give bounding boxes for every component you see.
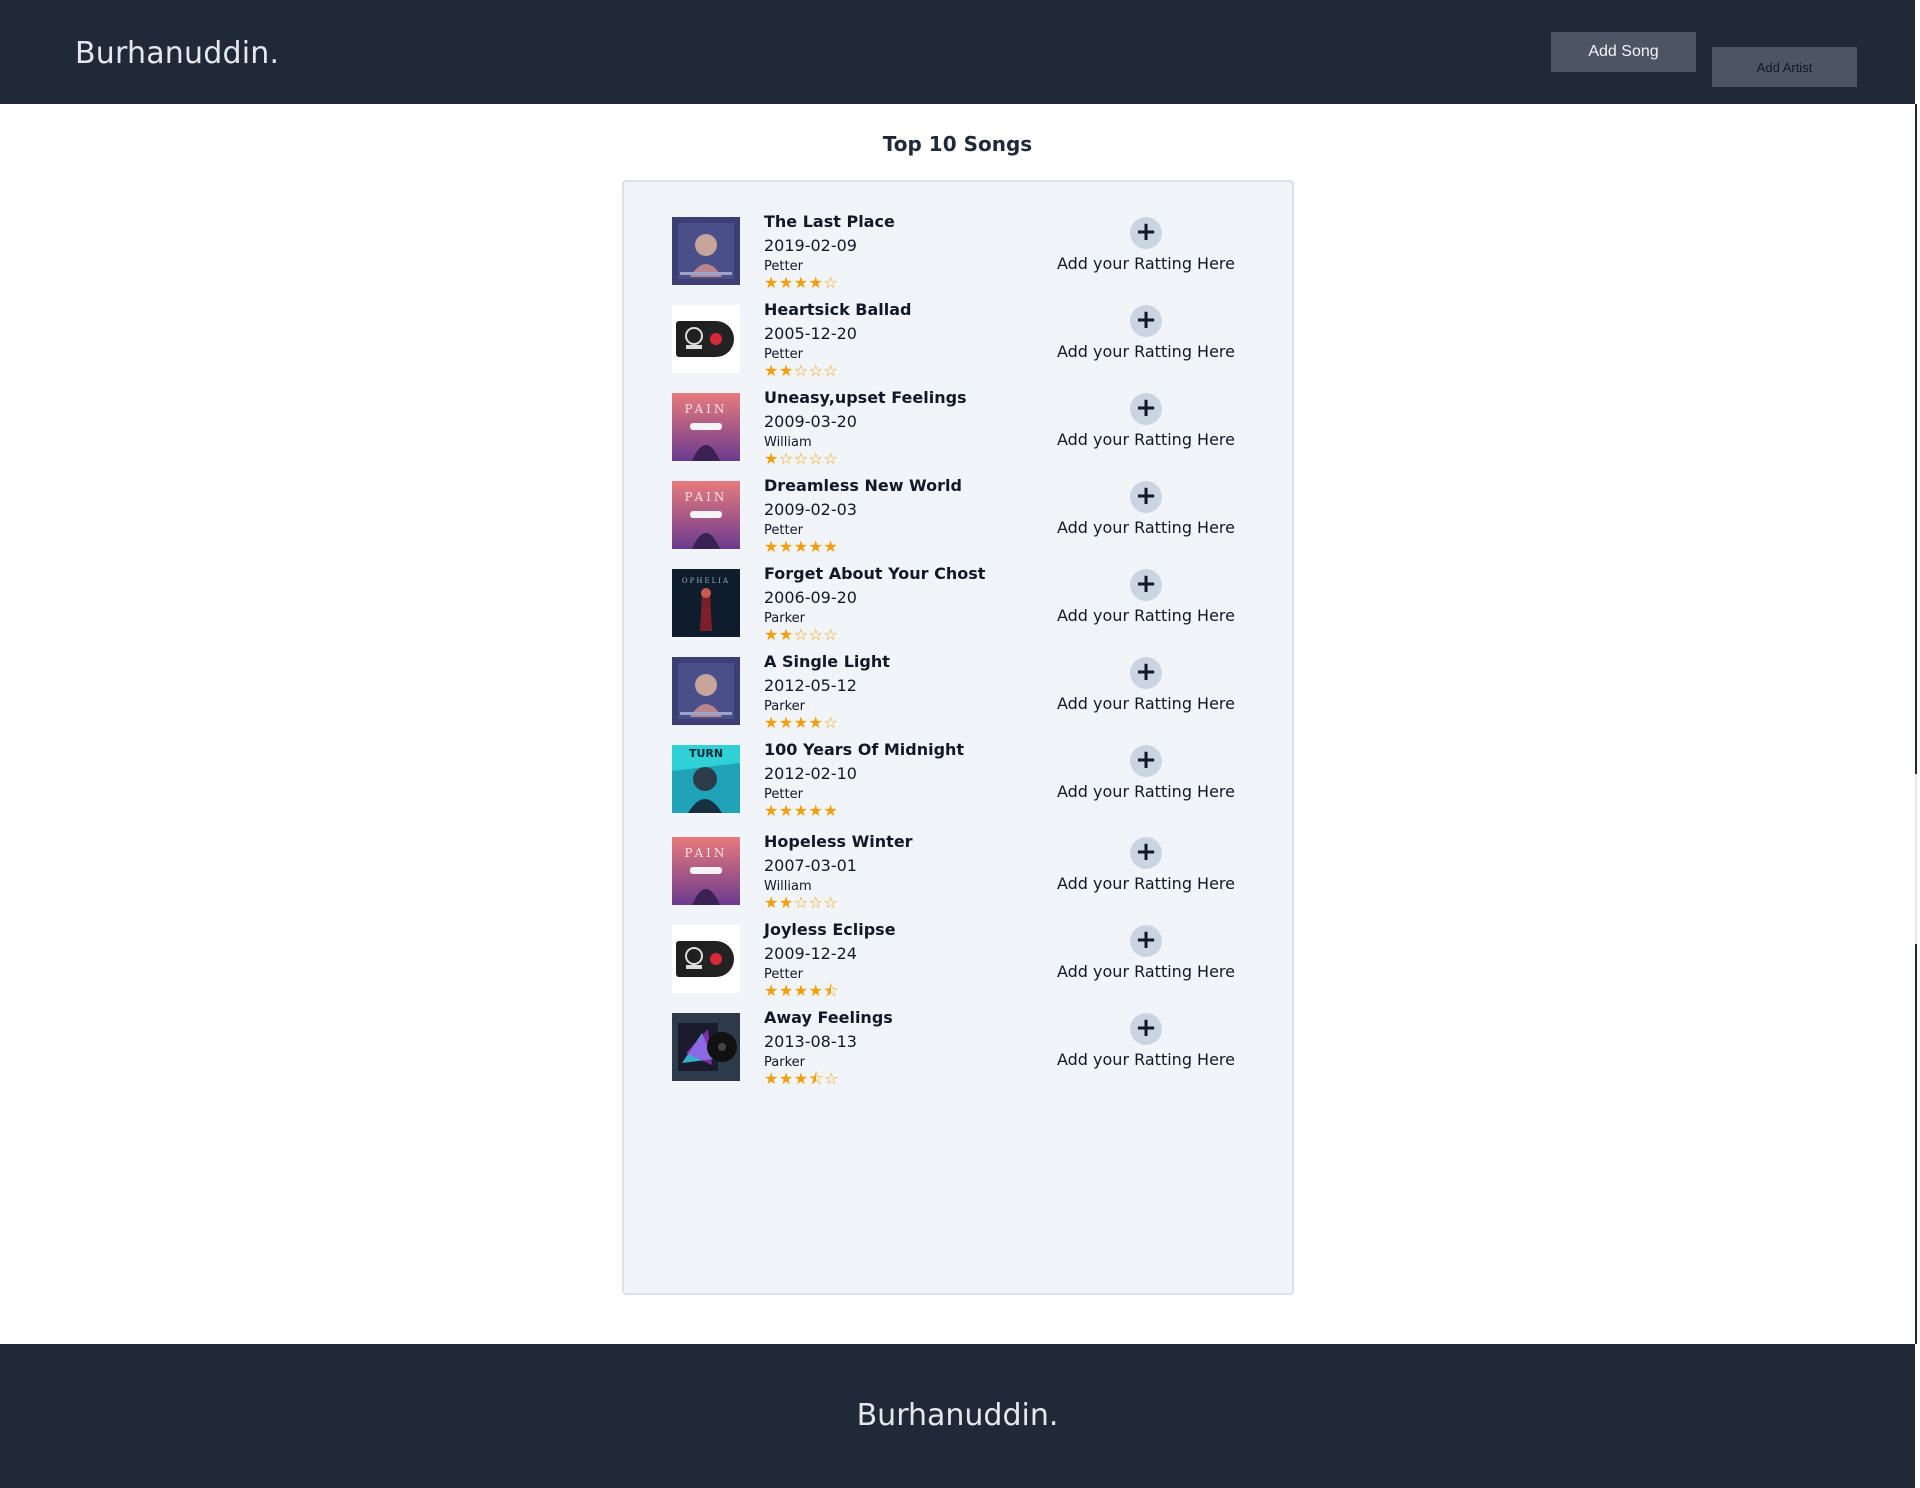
add-rating-label[interactable]: Add your Ratting Here	[1024, 342, 1268, 361]
add-rating-label[interactable]: Add your Ratting Here	[1024, 518, 1268, 537]
svg-text:PAIN: PAIN	[685, 490, 728, 504]
add-song-button[interactable]: Add Song	[1551, 32, 1696, 72]
add-rating-label[interactable]: Add your Ratting Here	[1024, 606, 1268, 625]
song-title[interactable]: Away Feelings	[764, 1008, 893, 1027]
add-rating-plus-icon[interactable]: +	[1130, 1013, 1162, 1045]
add-rating-plus-icon[interactable]: +	[1130, 481, 1162, 513]
song-title[interactable]: 100 Years Of Midnight	[764, 740, 964, 759]
add-rating-plus-icon[interactable]: +	[1130, 925, 1162, 957]
star-rating: ★★★★☆	[764, 273, 839, 292]
song-release-date: 2009-02-03	[764, 500, 857, 519]
song-title[interactable]: Heartsick Ballad	[764, 300, 912, 319]
star-rating: ★★☆☆☆	[764, 361, 839, 380]
album-cover-portrait-icon[interactable]	[672, 217, 740, 285]
song-row: Away Feelings 2013-08-13 Parker ★★★⯪☆ + Add y…	[672, 1008, 1262, 1088]
svg-text:TURN: TURN	[689, 747, 723, 760]
section-title: Top 10 Songs	[882, 132, 1033, 156]
song-release-date: 2007-03-01	[764, 856, 857, 875]
song-artist[interactable]: Parker	[764, 699, 805, 714]
add-rating-plus-icon[interactable]: +	[1130, 745, 1162, 777]
ophelia-album-cover-icon[interactable]: OPHELIA	[672, 569, 740, 637]
add-rating-plus-icon[interactable]: +	[1130, 569, 1162, 601]
song-artist[interactable]: Petter	[764, 523, 803, 538]
add-rating-label[interactable]: Add your Ratting Here	[1024, 1050, 1268, 1069]
song-row: PAIN Hopeless Winter 2007-03-01 William ★★☆☆…	[672, 832, 1262, 912]
song-release-date: 2005-12-20	[764, 324, 857, 343]
song-row: PAIN Dreamless New World 2009-02-03 Petter ★…	[672, 476, 1262, 556]
song-release-date: 2012-05-12	[764, 676, 857, 695]
star-rating: ★★★★⯪	[764, 981, 840, 1000]
pain-album-cover-icon[interactable]: PAIN	[672, 837, 740, 905]
song-row: The Last Place 2019-02-09 Petter ★★★★☆ + Add …	[672, 212, 1262, 292]
add-rating-label[interactable]: Add your Ratting Here	[1024, 254, 1268, 273]
song-title[interactable]: Dreamless New World	[764, 476, 962, 495]
star-rating: ★★★★☆	[764, 713, 839, 732]
song-artist[interactable]: Petter	[764, 259, 803, 274]
pain-album-cover-icon[interactable]: PAIN	[672, 481, 740, 549]
song-row: Heartsick Ballad 2005-12-20 Petter ★★☆☆☆ + Ad…	[672, 300, 1262, 380]
song-artist[interactable]: Parker	[764, 611, 805, 626]
star-rating: ★★★⯪☆	[764, 1069, 840, 1088]
add-rating-label[interactable]: Add your Ratting Here	[1024, 430, 1268, 449]
song-row: Joyless Eclipse 2009-12-24 Petter ★★★★⯪ + Add…	[672, 920, 1262, 1000]
brand-logo[interactable]: Burhanuddin.	[75, 36, 279, 71]
add-rating-plus-icon[interactable]: +	[1130, 393, 1162, 425]
add-rating-plus-icon[interactable]: +	[1130, 837, 1162, 869]
song-title[interactable]: Joyless Eclipse	[764, 920, 896, 939]
vinyl-music-cover-icon[interactable]	[672, 305, 740, 373]
song-title[interactable]: The Last Place	[764, 212, 895, 231]
song-release-date: 2013-08-13	[764, 1032, 857, 1051]
song-list-card: The Last Place 2019-02-09 Petter ★★★★☆ + Add …	[622, 180, 1294, 1295]
add-rating-plus-icon[interactable]: +	[1130, 305, 1162, 337]
add-rating-label[interactable]: Add your Ratting Here	[1024, 962, 1268, 981]
song-release-date: 2009-12-24	[764, 944, 857, 963]
song-artist[interactable]: Petter	[764, 787, 803, 802]
song-artist[interactable]: Petter	[764, 967, 803, 982]
footer-brand: Burhanuddin.	[856, 1398, 1059, 1433]
song-title[interactable]: Forget About Your Chost	[764, 564, 985, 583]
song-row: TURN 100 Years Of Midnight 2012-02-10 Pette…	[672, 740, 1262, 820]
pain-album-cover-icon[interactable]: PAIN	[672, 393, 740, 461]
footer: Burhanuddin.	[0, 1344, 1915, 1488]
add-artist-button[interactable]: Add Artist	[1712, 47, 1857, 87]
scrollbar-thumb[interactable]	[1915, 104, 1917, 774]
star-rating: ★★★★★	[764, 801, 839, 820]
svg-text:OPHELIA: OPHELIA	[682, 577, 730, 585]
add-rating-label[interactable]: Add your Ratting Here	[1024, 694, 1268, 713]
song-artist[interactable]: William	[764, 879, 812, 894]
vinyl-music-cover-icon[interactable]	[672, 925, 740, 993]
add-rating-label[interactable]: Add your Ratting Here	[1024, 782, 1268, 801]
song-title[interactable]: Uneasy,upset Feelings	[764, 388, 967, 407]
star-rating: ★★☆☆☆	[764, 893, 839, 912]
song-release-date: 2006-09-20	[764, 588, 857, 607]
song-artist[interactable]: Petter	[764, 347, 803, 362]
song-release-date: 2019-02-09	[764, 236, 857, 255]
song-artist[interactable]: William	[764, 435, 812, 450]
song-title[interactable]: Hopeless Winter	[764, 832, 913, 851]
svg-text:PAIN: PAIN	[685, 846, 728, 860]
scrollbar-thumb-lower[interactable]	[1915, 944, 1917, 1344]
add-rating-plus-icon[interactable]: +	[1130, 657, 1162, 689]
song-release-date: 2009-03-20	[764, 412, 857, 431]
add-rating-label[interactable]: Add your Ratting Here	[1024, 874, 1268, 893]
song-row: OPHELIA Forget About Your Chost 2006-09-20…	[672, 564, 1262, 644]
song-row: PAIN Uneasy,upset Feelings 2009-03-20 Willi…	[672, 388, 1262, 468]
turn-album-cover-icon[interactable]: TURN	[672, 745, 740, 813]
add-rating-plus-icon[interactable]: +	[1130, 217, 1162, 249]
song-artist[interactable]: Parker	[764, 1055, 805, 1070]
song-title[interactable]: A Single Light	[764, 652, 890, 671]
star-rating: ★★☆☆☆	[764, 625, 839, 644]
star-rating: ★☆☆☆☆	[764, 449, 839, 468]
song-row: A Single Light 2012-05-12 Parker ★★★★☆ + Add …	[672, 652, 1262, 732]
neon-vinyl-cover-icon[interactable]	[672, 1013, 740, 1081]
top-navbar: Burhanuddin. Add Song Add Artist	[0, 0, 1915, 104]
song-release-date: 2012-02-10	[764, 764, 857, 783]
album-cover-portrait-icon[interactable]	[672, 657, 740, 725]
svg-text:PAIN: PAIN	[685, 402, 728, 416]
star-rating: ★★★★★	[764, 537, 839, 556]
